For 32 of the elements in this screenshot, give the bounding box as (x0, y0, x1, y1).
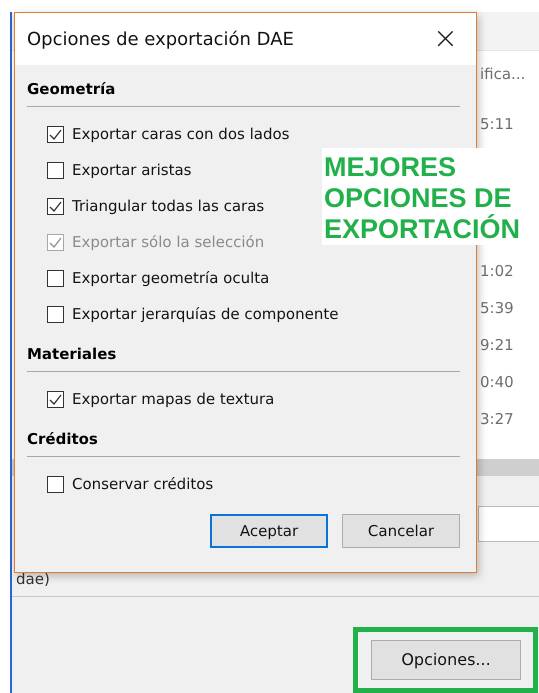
file-time: 0:40 (480, 372, 514, 392)
options-button[interactable]: Opciones... (371, 640, 521, 680)
checkbox-label: Exportar geometría oculta (72, 269, 270, 287)
file-time: 5:11 (480, 114, 514, 134)
section-heading: Geometría (27, 79, 116, 100)
checkbox-label: Exportar sólo la selección (72, 233, 264, 251)
dialog-button[interactable]: Aceptar (210, 514, 328, 548)
checkbox[interactable] (47, 476, 64, 492)
column-header: ifica... (480, 64, 526, 83)
file-time: 9:21 (480, 336, 514, 355)
checkbox[interactable] (47, 162, 64, 178)
dialog-button[interactable]: Cancelar (342, 514, 460, 548)
checkbox[interactable] (47, 198, 64, 214)
file-type-text: dae) (15, 569, 51, 588)
checkbox-label: Exportar mapas de textura (72, 390, 274, 408)
section-heading: Créditos (27, 429, 99, 450)
section-heading: Materiales (27, 344, 118, 365)
checkbox-label: Exportar jerarquías de componente (72, 305, 338, 323)
file-time: 1:02 (480, 262, 514, 281)
checkbox[interactable] (47, 126, 64, 142)
file-name-field[interactable] (478, 506, 539, 542)
dialog-title: Opciones de exportación DAE (27, 28, 294, 50)
checkbox-label: Exportar aristas (72, 161, 192, 179)
checkbox-label: Conservar créditos (72, 475, 214, 493)
checkbox[interactable] (47, 390, 64, 408)
checkbox[interactable] (47, 306, 64, 322)
checkbox[interactable] (47, 270, 64, 286)
checkbox-label: Triangular todas las caras (72, 197, 264, 215)
close-button[interactable]: × (432, 24, 458, 54)
file-time: 5:39 (480, 298, 514, 318)
checkbox-label: Exportar caras con dos lados (72, 125, 290, 143)
file-time: 3:27 (480, 410, 514, 429)
